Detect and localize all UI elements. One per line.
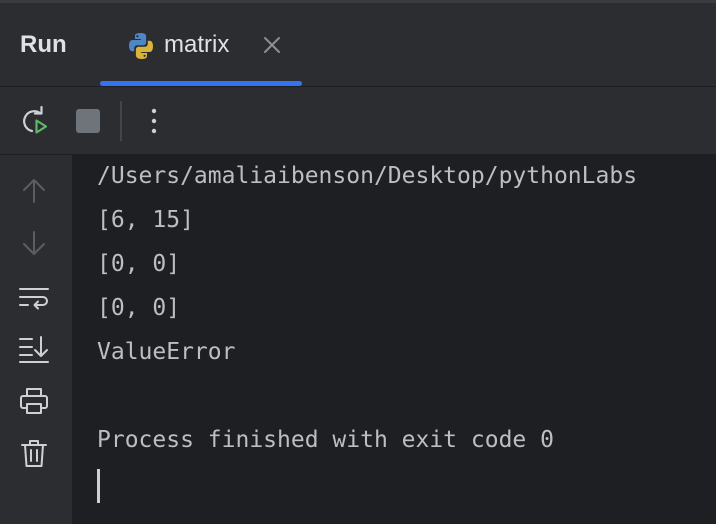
run-toolbar [0,87,716,155]
console-line: /Users/amaliaibenson/Desktop/pythonLabs [97,163,638,189]
arrow-down-icon[interactable] [18,227,50,259]
console-line: [0, 0] [97,251,181,277]
text-cursor [97,469,100,503]
tab-label: matrix [164,31,230,58]
console-line: [0, 0] [97,295,181,321]
rerun-icon[interactable] [18,105,50,137]
active-tab-indicator [100,81,302,86]
console-line: [6, 15] [97,207,194,233]
close-icon[interactable] [260,33,284,57]
toolbar-separator [120,101,122,141]
console-line: ValueError [97,339,236,365]
run-tool-window-header: Run matrix [0,3,716,87]
tab-matrix[interactable]: matrix [100,3,302,86]
run-panel-title: Run [20,31,67,58]
more-options-icon[interactable] [138,105,170,137]
trash-icon[interactable] [18,437,50,469]
console-line: Process finished with exit code 0 [97,427,554,453]
arrow-up-icon[interactable] [18,175,50,207]
console-output[interactable]: /Users/amaliaibenson/Desktop/pythonLabs … [72,155,716,524]
soft-wrap-icon[interactable] [18,281,50,313]
print-icon[interactable] [18,385,50,417]
scroll-to-end-icon[interactable] [18,333,50,365]
python-icon [129,33,153,59]
console-sidebar [0,155,72,524]
stop-icon[interactable] [72,105,104,137]
